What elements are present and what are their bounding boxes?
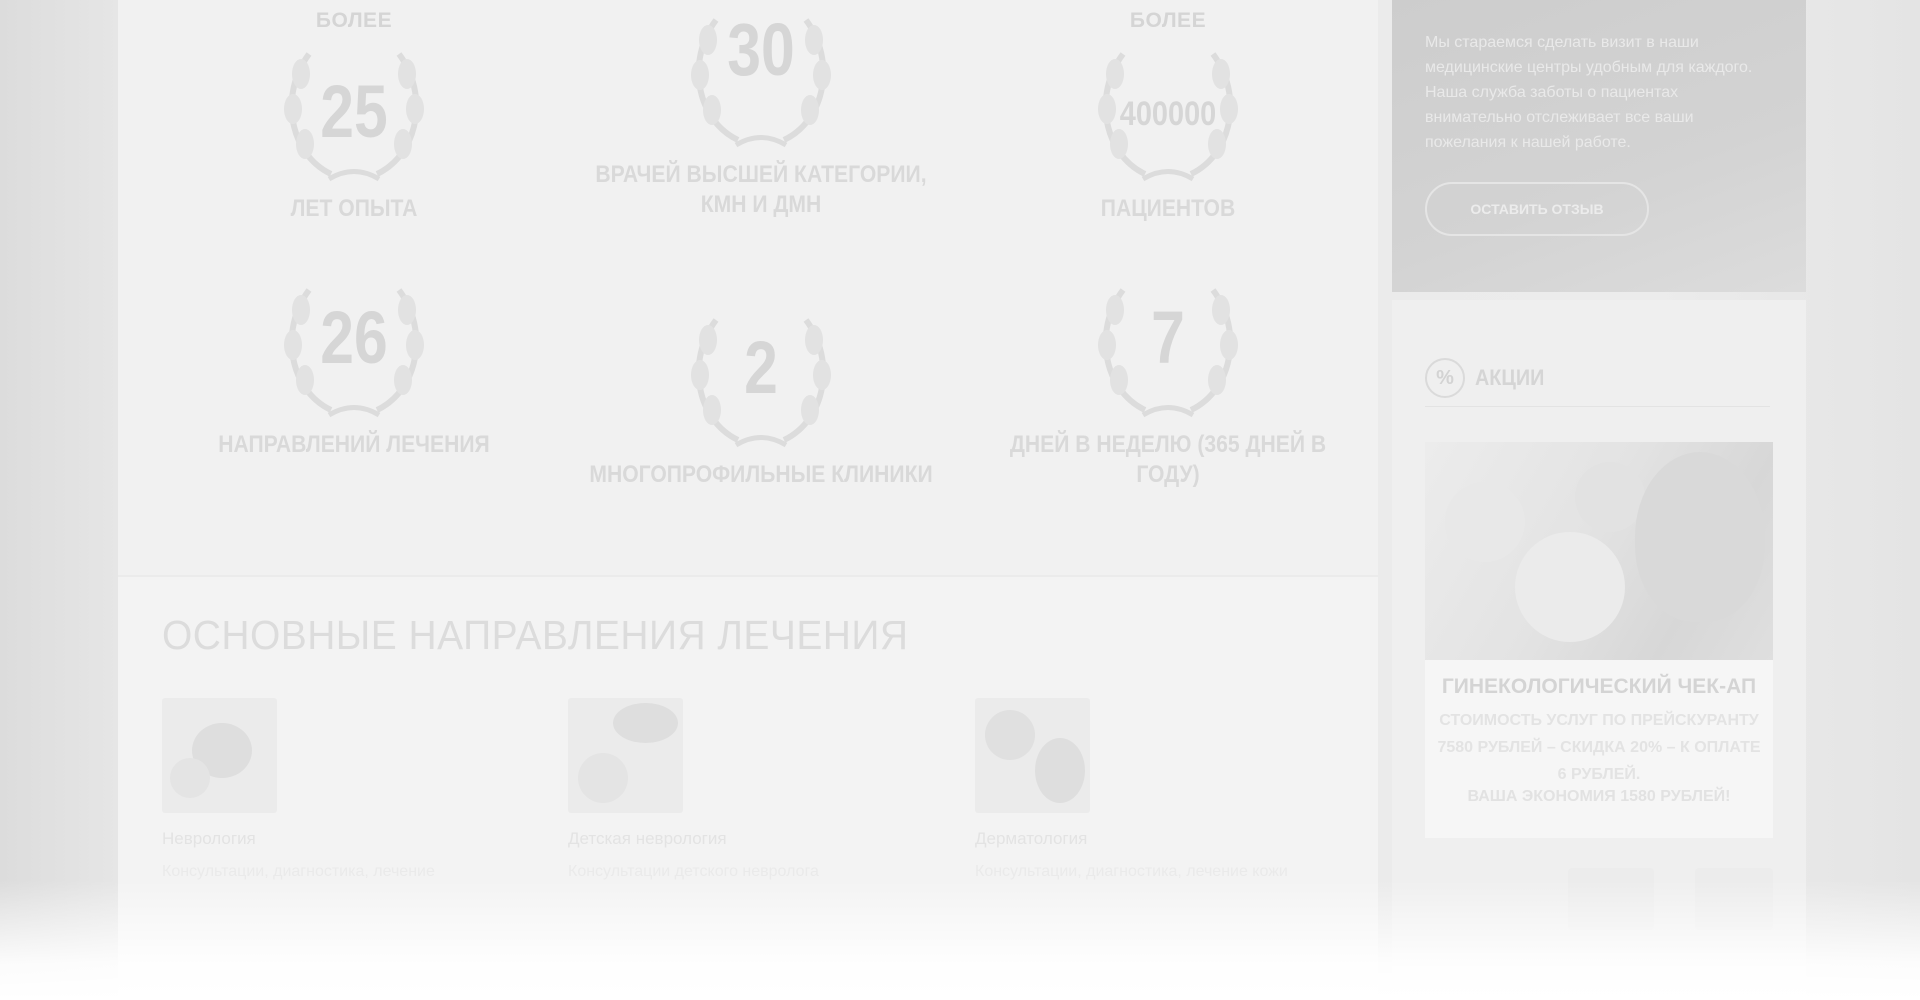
stat-days: 7 ДНЕЙ В НЕДЕЛЮ (365 ДНЕЙ В ГОДУ) <box>968 270 1368 490</box>
stat-number: 2 <box>744 326 778 409</box>
direction-thumbnail[interactable] <box>568 698 683 813</box>
stat-clinics: 2 МНОГОПРОФИЛЬНЫЕ КЛИНИКИ <box>561 300 961 490</box>
direction-name-link[interactable]: Дерматология <box>975 829 1355 849</box>
stat-label: МНОГОПРОФИЛЬНЫЕ КЛИНИКИ <box>589 461 933 488</box>
feedback-text: Мы стараемся сделать визит в наши медици… <box>1425 34 1753 151</box>
direction-thumbnail[interactable] <box>162 698 277 813</box>
page: БОЛЕЕ 25 ЛЕТ ОПЫТА 30 ВРАЧЕЙ ВЫСШЕЙ КАТЕ… <box>0 0 1920 1000</box>
stat-prefix: БОЛЕЕ <box>1129 9 1207 32</box>
stat-prefix: БОЛЕЕ <box>315 9 393 32</box>
stat-doctors: 30 ВРАЧЕЙ ВЫСШЕЙ КАТЕГОРИИ, КМН И ДМН <box>561 0 961 220</box>
promo-card-text: СТОИМОСТЬ УСЛУГ ПО ПРЕЙСКУРАНТУ 7580 РУБ… <box>1437 712 1761 783</box>
promo-card-title[interactable]: ГИНЕКОЛОГИЧЕСКИЙ ЧЕК-АП <box>1425 675 1773 699</box>
laurel-wreath-icon: 25 <box>269 34 439 194</box>
stat-label: НАПРАВЛЕНИЙ ЛЕЧЕНИЯ <box>218 431 490 458</box>
promo-card-savings: ВАША ЭКОНОМИЯ 1580 РУБЛЕЙ! <box>1467 788 1731 805</box>
direction-card[interactable]: Неврология Консультации, диагностика, ле… <box>162 698 542 883</box>
laurel-wreath-icon: 7 <box>1083 270 1253 430</box>
promo-card[interactable]: ГИНЕКОЛОГИЧЕСКИЙ ЧЕК-АП СТОИМОСТЬ УСЛУГ … <box>1425 660 1773 838</box>
stat-label: ЛЕТ ОПЫТА <box>290 195 418 222</box>
stats-panel: БОЛЕЕ 25 ЛЕТ ОПЫТА 30 ВРАЧЕЙ ВЫСШЕЙ КАТЕ… <box>118 0 1378 577</box>
promo-title: АКЦИИ <box>1475 365 1545 390</box>
direction-name-link[interactable]: Неврология <box>162 829 542 849</box>
section-title: ОСНОВНЫЕ НАПРАВЛЕНИЯ ЛЕЧЕНИЯ <box>162 612 909 658</box>
stat-number: 7 <box>1151 296 1185 379</box>
stat-label: ПАЦИЕНТОВ <box>1100 195 1236 222</box>
stat-number: 26 <box>320 296 388 379</box>
laurel-wreath-icon: 2 <box>676 300 846 460</box>
laurel-wreath-icon: 26 <box>269 270 439 430</box>
stat-number: 30 <box>727 8 795 91</box>
promo-image[interactable] <box>1425 442 1773 660</box>
stat-number: 25 <box>320 70 388 153</box>
laurel-wreath-icon: 400000 <box>1083 34 1253 194</box>
leave-feedback-button[interactable]: ОСТАВИТЬ ОТЗЫВ <box>1425 182 1649 236</box>
laurel-wreath-icon: 30 <box>676 0 846 160</box>
percent-icon: % <box>1425 358 1465 398</box>
stat-label: ДНЕЙ В НЕДЕЛЮ (365 ДНЕЙ В ГОДУ) <box>1009 431 1327 488</box>
stat-number: 400000 <box>1119 95 1217 133</box>
direction-thumbnail[interactable] <box>975 698 1090 813</box>
direction-card[interactable]: Детская неврология Консультации детского… <box>568 698 948 883</box>
stat-label: ВРАЧЕЙ ВЫСШЕЙ КАТЕГОРИИ, КМН И ДМН <box>595 161 927 218</box>
direction-name-link[interactable]: Детская неврология <box>568 829 948 849</box>
direction-card[interactable]: Дерматология Консультации, диагностика, … <box>975 698 1355 883</box>
stat-directions: 26 НАПРАВЛЕНИЙ ЛЕЧЕНИЯ <box>154 270 554 460</box>
promo-header: % АКЦИИ <box>1425 350 1770 407</box>
bottom-fade-overlay <box>0 880 1920 1000</box>
stat-patients: БОЛЕЕ 400000 ПАЦИЕНТОВ <box>968 8 1368 224</box>
stat-experience: БОЛЕЕ 25 ЛЕТ ОПЫТА <box>154 8 554 224</box>
